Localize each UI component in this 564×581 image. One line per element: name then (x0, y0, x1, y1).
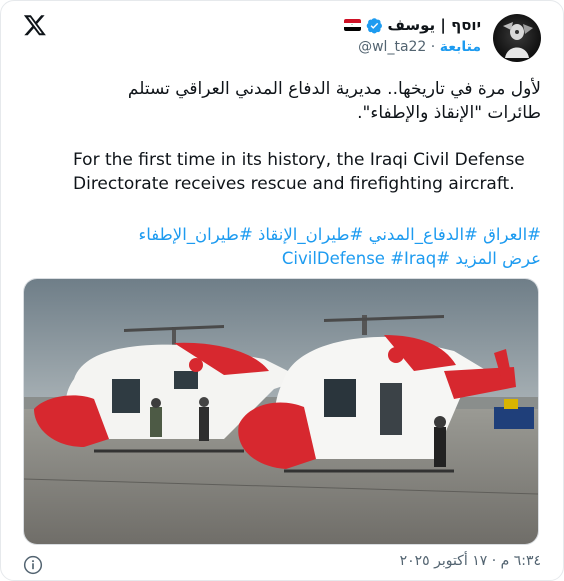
avatar[interactable] (493, 14, 541, 62)
x-logo-icon[interactable] (23, 13, 47, 37)
iraq-flag-icon: · (343, 19, 361, 31)
helicopters-image (24, 279, 538, 544)
avatar-image (503, 22, 533, 58)
tweet-card: יוסף | يوسف · @wl_ta22 · متابعة لأول مرة… (0, 0, 564, 581)
hashtag-iraq-ar[interactable]: #العراق (483, 225, 541, 244)
tweet-text-english: For the first time in its history, the I… (73, 150, 525, 194)
tweet-photo[interactable] (23, 278, 539, 545)
hashtags: #العراق #الدفاع_المدني #طيران_الإنقاذ #ط… (21, 223, 541, 271)
tweet-text-arabic-line1: لأول مرة في تاريخها.. مديرية الدفاع المد… (127, 79, 541, 99)
tweet-timestamp[interactable]: ٦:٣٤ م · ١٧ أكتوبر ٢٠٢٥ (400, 553, 541, 569)
hashtag-iraq[interactable]: #Iraq (390, 249, 436, 268)
tweet-footer: ٦:٣٤ م · ١٧ أكتوبر ٢٠٢٥ (400, 553, 541, 569)
tweet-text-arabic: لأول مرة في تاريخها.. مديرية الدفاع المد… (21, 77, 541, 125)
author-handle[interactable]: @wl_ta22 (358, 39, 426, 55)
tweet-header: יוסף | يوسف · @wl_ta22 · متابعة (343, 15, 481, 55)
verified-badge-icon (366, 17, 382, 33)
separator: · (430, 39, 436, 55)
hashtag-firefighting-aviation-ar[interactable]: #طيران_الإطفاء (139, 225, 253, 244)
follow-button[interactable]: متابعة (440, 39, 481, 55)
show-more-link[interactable]: عرض المزيد (455, 249, 541, 268)
handle-row: @wl_ta22 · متابعة (344, 39, 481, 55)
hashtag-civil-defense-ar[interactable]: #الدفاع_المدني (369, 225, 478, 244)
info-icon[interactable] (23, 555, 43, 575)
author-name[interactable]: יוסף | يوسف (388, 15, 481, 35)
author-row[interactable]: יוסף | يوسف · (343, 15, 481, 35)
tweet-text-arabic-line2: طائرات "الإنقاذ والإطفاء". (357, 103, 541, 123)
hashtag-rescue-aviation-ar[interactable]: #طيران_الإنقاذ (258, 225, 363, 244)
